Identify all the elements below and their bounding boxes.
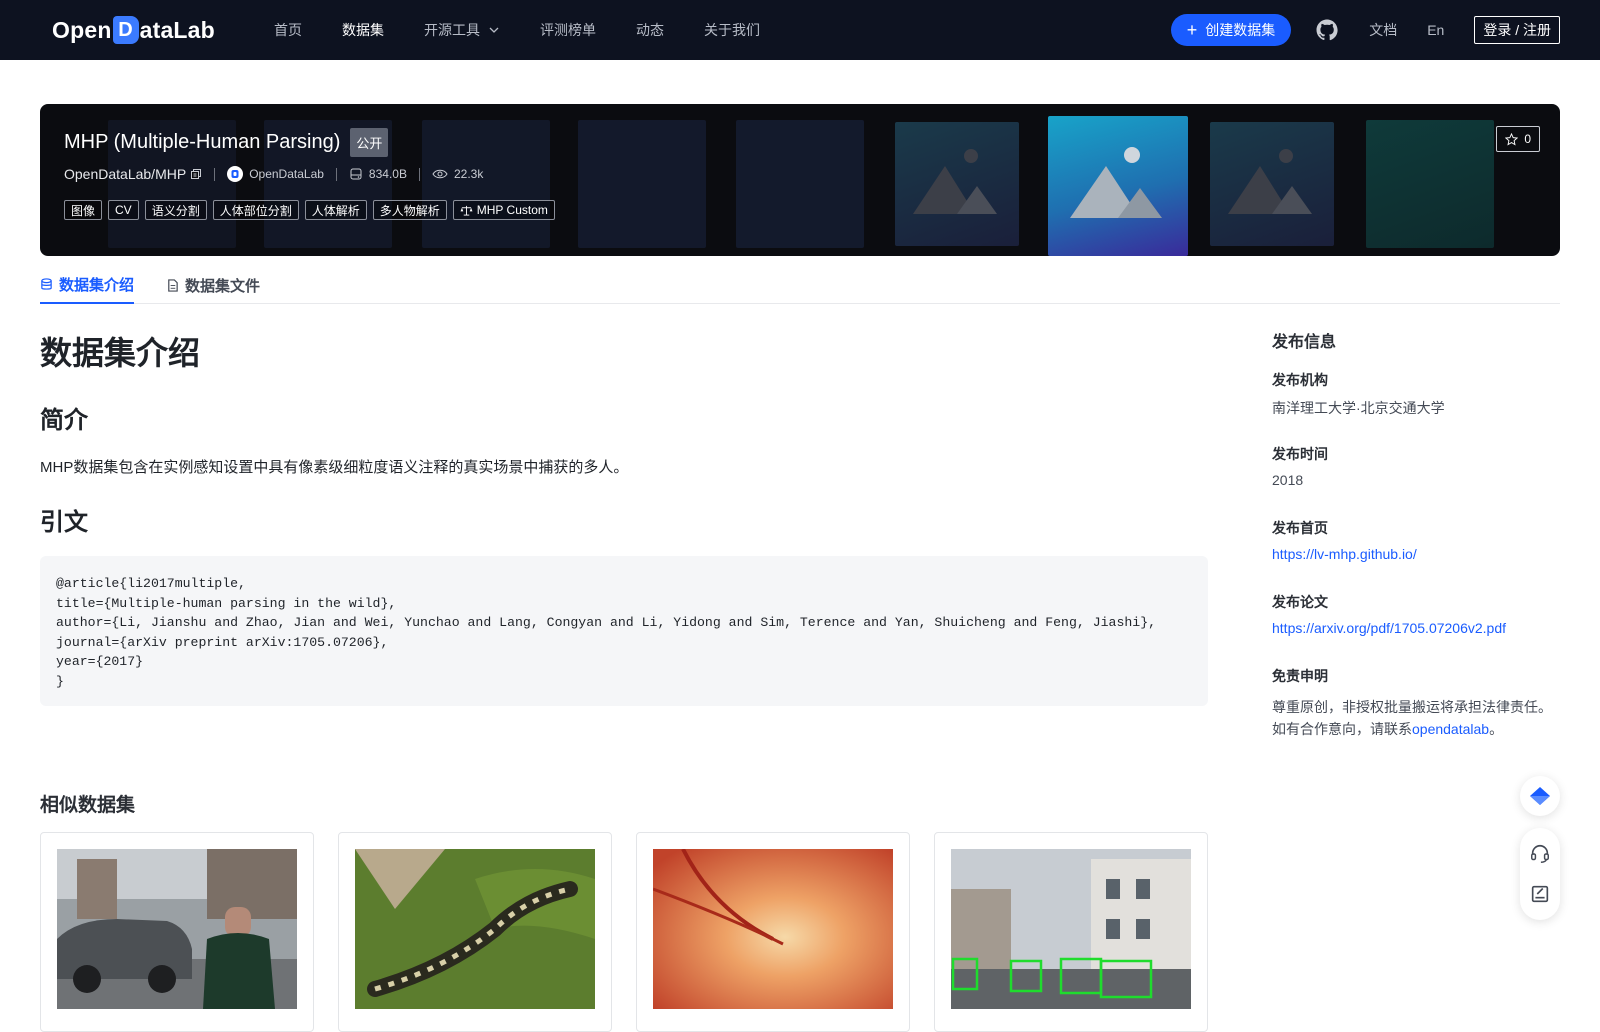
image-placeholder-icon <box>1070 147 1162 218</box>
nav-home[interactable]: 首页 <box>274 20 302 40</box>
ai-assistant-button[interactable] <box>1520 776 1560 816</box>
docs-link[interactable]: 文档 <box>1369 20 1397 40</box>
main-menu: 首页 数据集 开源工具 评测榜单 动态 关于我们 <box>274 0 800 60</box>
thumbnail-4 <box>578 120 706 248</box>
paper-link[interactable]: https://arxiv.org/pdf/1705.07206v2.pdf <box>1272 620 1506 636</box>
nav-open-source-tools[interactable]: 开源工具 <box>424 20 500 40</box>
divider <box>214 167 216 181</box>
tag[interactable]: CV <box>108 200 139 220</box>
plus-icon: + <box>1186 20 1198 40</box>
file-icon <box>168 278 178 292</box>
dataset-thumbnail-street <box>57 849 297 1009</box>
similar-dataset-card[interactable] <box>636 832 910 1032</box>
dataset-thumbnail-street-detection <box>951 849 1191 1009</box>
image-placeholder-icon <box>1228 149 1312 214</box>
dataset-tags: 图像 CV 语义分割 人体部位分割 人体解析 多人物解析 MHP Custom <box>64 200 561 220</box>
floating-toolbar <box>1520 828 1560 920</box>
dataset-title-row: MHP (Multiple-Human Parsing) 公开 <box>64 128 389 157</box>
paper-label: 发布论文 <box>1272 594 1328 610</box>
dataset-title: MHP (Multiple-Human Parsing) <box>64 131 341 153</box>
similar-datasets-list <box>40 832 1232 1032</box>
homepage-link[interactable]: https://lv-mhp.github.io/ <box>1272 546 1417 562</box>
view-count: 22.3k <box>432 167 483 181</box>
disclaimer-label: 免责申明 <box>1272 668 1328 684</box>
chevron-down-icon <box>489 27 499 33</box>
feedback-edit-icon[interactable] <box>1529 883 1551 905</box>
dataset-banner: MHP (Multiple-Human Parsing) 公开 OpenData… <box>40 104 1560 256</box>
visibility-badge: 公开 <box>350 128 389 157</box>
dataset-thumbnail-retina <box>652 848 893 1009</box>
release-info-title: 发布信息 <box>1272 334 1337 351</box>
release-time-label: 发布时间 <box>1272 446 1328 462</box>
dataset-thumbnail-salamander <box>355 849 595 1009</box>
publisher-org-value: 南洋理工大学·北京交通大学 <box>1272 400 1445 416</box>
disclaimer-text: 尊重原创，非授权批量搬运将承担法律责任。 如有合作意向，请联系opendatal… <box>1272 699 1552 737</box>
logo-text-atalab: ataLab <box>139 16 215 43</box>
star-icon <box>1505 132 1519 146</box>
create-dataset-button[interactable]: + 创建数据集 <box>1170 14 1292 46</box>
tag[interactable]: 图像 <box>64 200 103 220</box>
similar-dataset-card[interactable] <box>40 832 314 1032</box>
headset-support-icon[interactable] <box>1529 843 1551 865</box>
citation-heading: 引文 <box>40 509 88 536</box>
login-register-button[interactable]: 登录 / 注册 <box>1474 16 1560 44</box>
homepage-label: 发布首页 <box>1272 520 1328 536</box>
dataset-size: 834.0B <box>349 167 407 181</box>
thumbnail-6 <box>895 122 1019 246</box>
nav-news[interactable]: 动态 <box>636 20 664 40</box>
thumbnail-7-highlighted <box>1048 116 1188 256</box>
nav-about[interactable]: 关于我们 <box>704 20 760 40</box>
thumbnail-3 <box>422 120 550 248</box>
logo-d-mark: D <box>112 16 139 44</box>
similar-dataset-card[interactable] <box>338 832 612 1032</box>
citation-code-block: @article{li2017multiple, title={Multiple… <box>40 556 1208 706</box>
language-switch[interactable]: En <box>1427 22 1444 38</box>
diamond-logo-icon <box>1530 787 1550 805</box>
star-button[interactable]: 0 <box>1496 126 1540 152</box>
dataset-tabs: 数据集介绍 数据集文件 <box>40 266 1560 304</box>
opendatalab-avatar-icon <box>227 166 244 182</box>
tag[interactable]: 多人物解析 <box>372 200 447 220</box>
scale-icon <box>460 205 473 216</box>
opendatalab-logo[interactable]: Open D ataLab <box>52 14 215 46</box>
tag[interactable]: 人体解析 <box>304 200 367 220</box>
image-placeholder-icon <box>913 149 997 214</box>
tab-dataset-intro[interactable]: 数据集介绍 <box>40 266 135 304</box>
nav-datasets[interactable]: 数据集 <box>342 20 384 40</box>
nav-right: + 创建数据集 文档 En 登录 / 注册 <box>1170 0 1560 60</box>
page-title: 数据集介绍 <box>40 335 201 371</box>
release-time-value: 2018 <box>1272 472 1304 488</box>
tag[interactable]: 语义分割 <box>144 200 207 220</box>
contact-link[interactable]: opendatalab <box>1412 721 1489 737</box>
divider <box>418 167 420 181</box>
thumbnail-8 <box>1210 122 1334 246</box>
storage-icon <box>350 168 362 180</box>
copy-icon[interactable] <box>190 168 202 180</box>
thumbnail-5 <box>736 120 864 248</box>
logo-text-open: Open <box>52 16 112 43</box>
nav-leaderboard[interactable]: 评测榜单 <box>540 20 596 40</box>
tab-dataset-files[interactable]: 数据集文件 <box>166 266 260 304</box>
publisher-org-label: 发布机构 <box>1272 372 1328 388</box>
license-tag[interactable]: MHP Custom <box>452 200 555 220</box>
publisher[interactable]: OpenDataLab <box>227 166 324 182</box>
thumbnail-9 <box>1366 120 1494 248</box>
tag[interactable]: 人体部位分割 <box>212 200 299 220</box>
intro-heading: 简介 <box>40 407 88 434</box>
top-nav: Open D ataLab 首页 数据集 开源工具 评测榜单 动态 关于我们 +… <box>0 0 1600 60</box>
dataset-path: OpenDataLab/MHP <box>64 166 187 182</box>
intro-text: MHP数据集包含在实例感知设置中具有像素级细粒度语义注释的真实场景中捕获的多人。 <box>40 459 629 476</box>
github-icon[interactable] <box>1315 18 1339 42</box>
divider <box>335 167 337 181</box>
similar-dataset-card[interactable] <box>934 832 1208 1032</box>
database-icon <box>41 277 52 290</box>
dataset-meta: OpenDataLab/MHP OpenDataLab 834.0B 22.3k <box>64 166 483 182</box>
eye-icon <box>432 169 448 179</box>
similar-datasets-heading: 相似数据集 <box>40 795 136 816</box>
